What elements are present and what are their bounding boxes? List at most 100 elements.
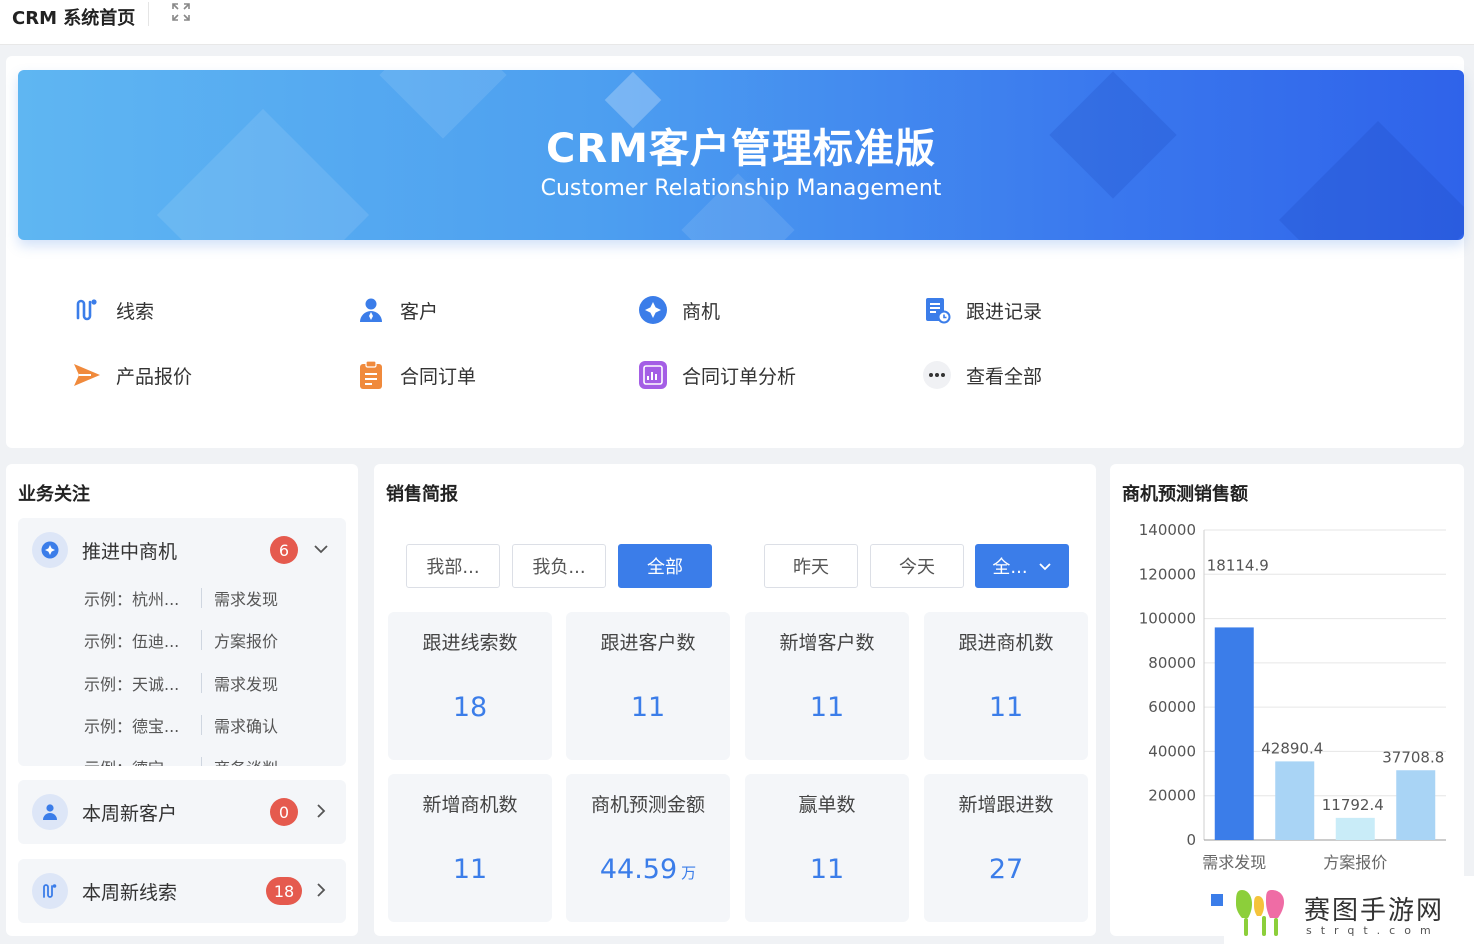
time-button-today[interactable]: 今天 [870, 544, 964, 588]
bar-data-label: 42890.4 [1261, 739, 1323, 757]
forecast-panel: 商机预测销售额 0 20000 40000 60000 80000 100000 12000… [1110, 464, 1464, 936]
home-top-card: CRM客户管理标准版 Customer Relationship Managem… [6, 56, 1464, 448]
opportunity-stage: 商务谈判 [214, 755, 278, 766]
banner-title: CRM客户管理标准版 [546, 126, 936, 172]
opportunity-stage: 方案报价 [214, 632, 279, 651]
chevron-right-icon[interactable] [312, 881, 330, 899]
stat-value: 11 [809, 854, 845, 885]
stat-label: 跟进线索数 [422, 632, 518, 654]
opportunity-row[interactable]: 示例：天诚... 需求发现 [18, 667, 346, 697]
stat-card[interactable]: 跟进商机数 11 [924, 612, 1088, 760]
focus-group-label: 推进中商机 [82, 540, 178, 563]
quick-link-followup-record[interactable]: 跟进记录 [922, 292, 1042, 328]
y-tick-label: 140000 [1139, 521, 1196, 539]
watermark: 赛图手游网 strqt.com [1224, 876, 1474, 944]
stat-value: 27 [988, 854, 1024, 885]
chevron-down-icon [1038, 559, 1052, 573]
scope-button-department[interactable]: 我部... [406, 544, 500, 588]
quick-link-contract-analysis[interactable]: 合同订单分析 [638, 357, 796, 393]
quick-link-label: 合同订单 [400, 365, 477, 388]
leads-icon [72, 295, 102, 325]
stat-label: 新增商机数 [422, 794, 518, 816]
title-divider [148, 2, 149, 26]
opportunity-row[interactable]: 示例：杭州... 需求发现 [18, 582, 346, 612]
stat-unit: 万 [681, 864, 697, 882]
followup-record-icon [922, 295, 952, 325]
focus-group-label: 本周新线索 [82, 881, 178, 904]
opportunity-row[interactable]: 示例：伍迪... 方案报价 [18, 624, 346, 654]
banner-subtitle: Customer Relationship Management [540, 176, 942, 201]
analysis-chart-icon [638, 360, 668, 390]
chevron-down-icon[interactable] [312, 540, 330, 558]
stat-label: 跟进商机数 [958, 632, 1054, 654]
x-tick-label: 方案报价 [1323, 853, 1387, 872]
stat-card[interactable]: 新增客户数 11 [745, 612, 909, 760]
leads-icon [32, 873, 68, 909]
count-badge: 18 [266, 877, 302, 905]
stat-card[interactable]: 赢单数 11 [745, 774, 909, 922]
focus-group-header[interactable]: 本周新客户 0 [18, 780, 346, 844]
opportunity-stage: 需求发现 [214, 590, 279, 609]
x-tick-label: 需求发现 [1202, 853, 1266, 872]
count-badge: 0 [270, 798, 298, 826]
focus-group-header[interactable]: 推进中商机 6 [18, 518, 346, 582]
forecast-bar-chart: 0 20000 40000 60000 80000 100000 120000 140000 1… [1139, 521, 1446, 906]
chevron-right-icon[interactable] [312, 802, 330, 820]
chart-bar [1396, 770, 1436, 840]
opportunity-name: 示例：天诚... [84, 675, 180, 694]
stat-card[interactable]: 跟进客户数 11 [566, 612, 730, 760]
y-tick-label: 60000 [1148, 698, 1196, 716]
bar-data-label: 18114.9 [1207, 556, 1269, 574]
quick-link-label: 商机 [682, 300, 721, 323]
stat-card[interactable]: 商机预测金额 44.59 万 [566, 774, 730, 922]
quick-link-leads[interactable]: 线索 [72, 292, 154, 328]
stat-value: 11 [630, 692, 666, 723]
time-range-dropdown[interactable]: 全... [975, 544, 1069, 588]
opportunity-icon [638, 295, 668, 325]
y-tick-label: 40000 [1148, 742, 1196, 760]
opportunity-name: 示例：杭州... [84, 590, 180, 609]
stat-card[interactable]: 新增跟进数 27 [924, 774, 1088, 922]
time-button-yesterday[interactable]: 昨天 [764, 544, 858, 588]
stat-card[interactable]: 新增商机数 11 [388, 774, 552, 922]
focus-group-header[interactable]: 本周新线索 18 [18, 859, 346, 923]
sales-report-title: 销售简报 [386, 484, 458, 505]
opportunity-stage: 需求确认 [214, 717, 279, 736]
banner: CRM客户管理标准版 Customer Relationship Managem… [18, 70, 1464, 240]
focus-group-new-leads: 本周新线索 18 [18, 859, 346, 923]
quick-link-contract[interactable]: 合同订单 [356, 357, 476, 393]
y-tick-label: 20000 [1148, 787, 1196, 805]
stat-card[interactable]: 跟进线索数 18 [388, 612, 552, 760]
row-divider [201, 630, 202, 650]
opportunity-row[interactable]: 示例：德宝... 需求确认 [18, 709, 346, 739]
focus-group-opportunities: 推进中商机 6 示例：杭州... 需求发现 示例：伍迪... 方案报价 示例：天… [18, 518, 346, 766]
opportunity-row[interactable]: 示例：德宝... 商务谈判 [18, 751, 346, 766]
quick-link-customer[interactable]: 客户 [356, 292, 438, 328]
quote-arrow-icon [72, 360, 102, 390]
opportunity-icon [32, 532, 68, 568]
bar-data-label: 37708.8 [1382, 748, 1444, 766]
count-badge: 6 [270, 536, 298, 564]
row-divider [201, 588, 202, 608]
y-tick-label: 0 [1186, 831, 1196, 849]
opportunity-name: 示例：德宝... [84, 717, 180, 736]
quick-link-quote[interactable]: 产品报价 [72, 357, 192, 393]
stat-value-with-unit: 44.59 万 [566, 854, 730, 885]
stat-label: 赢单数 [798, 794, 856, 816]
fullscreen-icon[interactable] [172, 3, 190, 21]
row-divider [201, 673, 202, 693]
watermark-subtext: strqt.com [1306, 924, 1440, 937]
chart-bar [1335, 817, 1375, 840]
scope-button-mine[interactable]: 我负... [512, 544, 606, 588]
scope-button-all[interactable]: 全部 [618, 544, 712, 588]
quick-link-opportunity[interactable]: 商机 [638, 292, 720, 328]
stat-value: 11 [809, 692, 845, 723]
stat-label: 新增客户数 [779, 632, 875, 654]
sales-report-panel: 销售简报 我部... 我负... 全部 昨天 今天 全... 跟进线索数 18 … [374, 464, 1096, 936]
stat-value: 18 [452, 692, 488, 723]
watermark-text: 赛图手游网 [1304, 896, 1445, 926]
row-divider [201, 715, 202, 735]
chart-bar [1214, 627, 1254, 840]
business-focus-panel: 业务关注 推进中商机 6 示例：杭州... 需求发现 示例：伍迪... 方案报价… [6, 464, 358, 936]
quick-link-view-all[interactable]: 查看全部 [922, 357, 1042, 393]
